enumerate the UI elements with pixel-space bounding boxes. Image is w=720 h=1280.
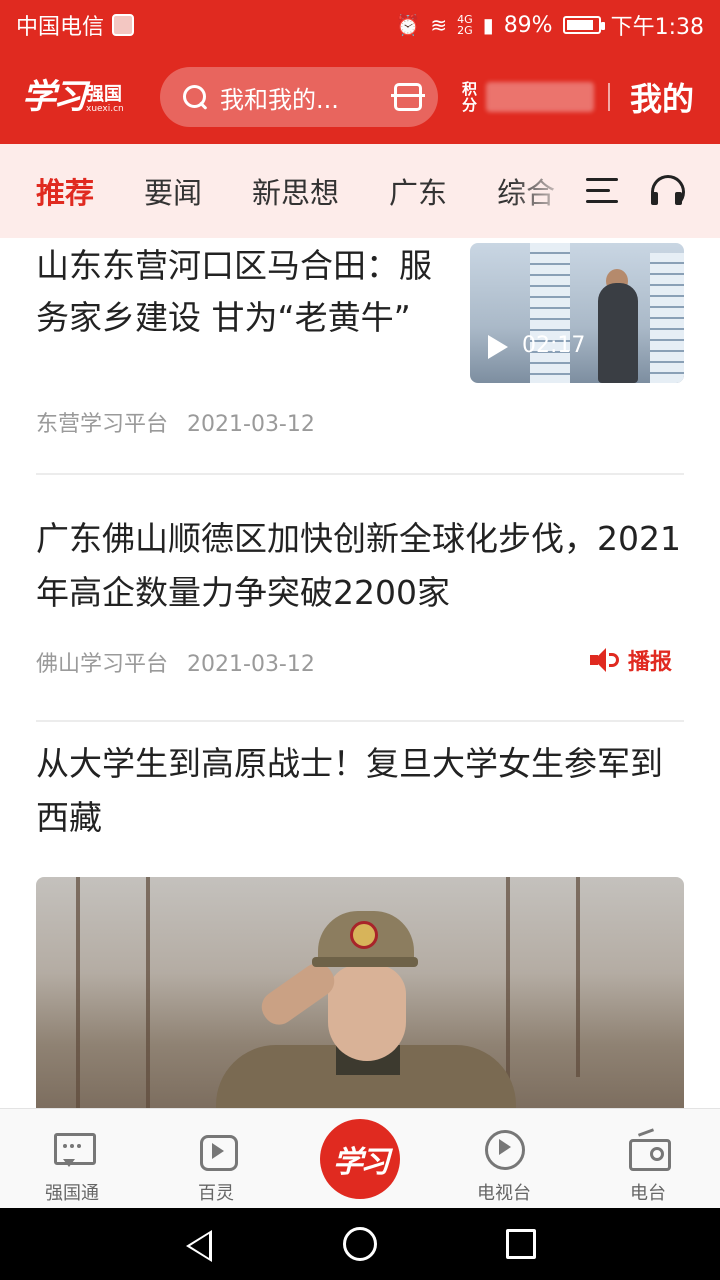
signal-icon: ▮ (482, 13, 494, 37)
scan-icon[interactable] (391, 83, 425, 111)
article-card[interactable]: 山东东营河口区马合田：服务家乡建设 甘为“老黄牛” 东营学习平台 2021-03… (36, 238, 684, 473)
nav-tv[interactable]: 电视台 (432, 1109, 576, 1209)
points-area[interactable]: 积分 (462, 81, 594, 113)
speaker-icon (589, 647, 620, 673)
xuexi-center-icon: 学习 (333, 1145, 390, 1180)
article-title: 广东佛山顺德区加快创新全球化步伐，2021年高企数量力争突破2200家 (36, 519, 681, 612)
article-meta: 佛山学习平台 2021-03-12 (36, 646, 315, 678)
baling-icon (196, 1129, 238, 1171)
logo-side: 强国 xuexi.cn (86, 84, 124, 115)
article-source: 东营学习平台 (36, 412, 169, 437)
recent-apps-icon[interactable] (506, 1229, 536, 1259)
header-divider (608, 83, 610, 111)
tab-recommend[interactable]: 推荐 (36, 170, 94, 212)
system-nav-bar (0, 1208, 720, 1280)
article-date: 2021-03-12 (187, 412, 315, 437)
xuexi-center-button[interactable]: 学习 (320, 1119, 400, 1199)
article-source: 佛山学习平台 (36, 652, 169, 677)
tab-new-thought[interactable]: 新思想 (252, 170, 339, 212)
tabs-fade (512, 170, 572, 212)
tree (76, 877, 80, 1108)
radio-icon (628, 1128, 671, 1171)
home-icon[interactable] (343, 1227, 377, 1261)
article-title: 从大学生到高原战士！复旦大学女生参军到西藏 (36, 744, 663, 837)
channel-tab-bar: 推荐 要闻 新思想 广东 综合 (0, 144, 720, 238)
alarm-icon: ⏰ (395, 13, 421, 37)
logo-sub-text: xuexi.cn (86, 104, 124, 114)
article-title: 山东东营河口区马合田：服务家乡建设 甘为“老黄牛” (36, 246, 432, 337)
play-icon (488, 335, 508, 359)
clock: 下午1:38 (610, 15, 704, 40)
article-card[interactable]: 从大学生到高原战士！复旦大学女生参军到西藏 (36, 723, 684, 1108)
news-feed[interactable]: 山东东营河口区马合田：服务家乡建设 甘为“老黄牛” 东营学习平台 2021-03… (0, 238, 720, 1108)
mine-button[interactable]: 我的 (630, 74, 694, 120)
search-icon (182, 84, 208, 110)
logo-script: 学习 (22, 77, 87, 117)
channel-tabs: 推荐 要闻 新思想 广东 综合 (0, 170, 572, 212)
person (598, 283, 638, 383)
nav-label: 电视台 (477, 1183, 531, 1204)
article-image[interactable] (36, 877, 684, 1108)
logo-main-text: 强国 (86, 84, 122, 105)
bookshelf (530, 243, 570, 383)
tv-icon (484, 1129, 525, 1170)
nav-label: 百灵 (198, 1183, 234, 1204)
tree (146, 877, 150, 1108)
cap-badge (350, 921, 378, 949)
nav-qiangguotong[interactable]: 强国通 (0, 1109, 144, 1209)
nav-label: 强国通 (45, 1183, 99, 1204)
video-duration: 02:17 (522, 333, 586, 358)
feed-divider (36, 720, 684, 722)
status-bar: 中国电信 ⏰ ≋ 4G 2G ▮ 89% 下午1:38 (0, 0, 720, 50)
search-placeholder: 我和我的... (220, 85, 339, 114)
nav-bailing[interactable]: 百灵 (144, 1109, 288, 1209)
broadcast-label: 播报 (627, 650, 672, 675)
battery-percent: 89% (503, 12, 553, 38)
video-thumbnail[interactable]: 02:17 (470, 243, 684, 383)
soldier-face (328, 965, 406, 1061)
tree (576, 877, 580, 1077)
tab-guangdong[interactable]: 广东 (389, 170, 447, 212)
carrier-app-icon (112, 14, 135, 36)
back-icon[interactable] (186, 1230, 212, 1262)
nav-label: 电台 (630, 1183, 666, 1204)
article-meta: 东营学习平台 2021-03-12 (36, 406, 315, 438)
article-card[interactable]: 广东佛山顺德区加快创新全球化步伐，2021年高企数量力争突破2200家 佛山学习… (36, 482, 684, 712)
points-value-blurred (486, 82, 594, 112)
feed-divider (36, 473, 684, 475)
headphone-icon[interactable] (650, 175, 685, 209)
bookshelf (650, 253, 684, 383)
bottom-nav: 强国通 百灵 学习 电视台 电台 (0, 1108, 720, 1208)
channel-menu-icon[interactable] (586, 178, 618, 204)
app-header: 学习 强国 xuexi.cn 我和我的... 积分 我的 (0, 50, 720, 144)
soldier-cap-brim (312, 957, 418, 967)
search-bar[interactable]: 我和我的... (160, 67, 438, 127)
tab-news[interactable]: 要闻 (144, 170, 202, 212)
broadcast-button[interactable]: 播报 (589, 644, 672, 676)
article-date: 2021-03-12 (187, 652, 315, 677)
battery-icon (562, 16, 605, 34)
carrier-label: 中国电信 (16, 15, 105, 40)
status-right: ⏰ ≋ 4G 2G ▮ 89% 下午1:38 (395, 9, 704, 41)
status-left: 中国电信 (16, 9, 135, 41)
wifi-icon: ≋ (430, 13, 448, 37)
network-badge: 4G 2G (457, 13, 473, 37)
nav-radio[interactable]: 电台 (576, 1109, 720, 1209)
points-label: 积分 (462, 80, 478, 114)
xuexi-logo[interactable]: 学习 强国 xuexi.cn (22, 80, 140, 114)
chat-icon (52, 1129, 96, 1169)
